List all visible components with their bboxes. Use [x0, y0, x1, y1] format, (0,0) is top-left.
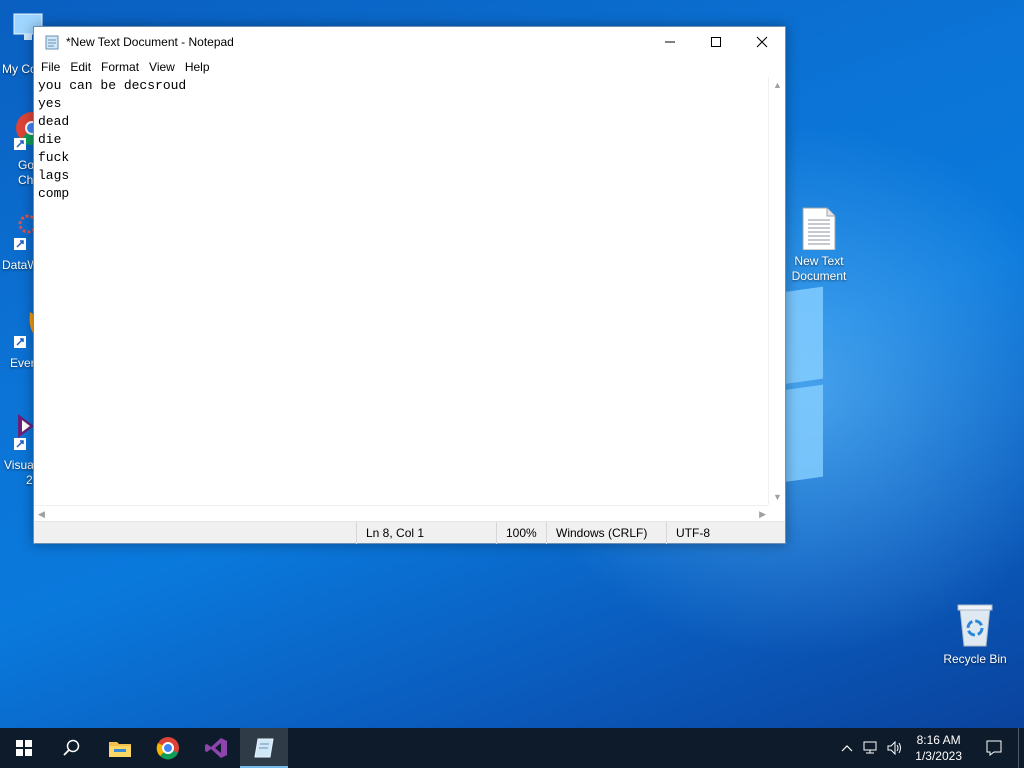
vertical-scrollbar[interactable]: ▲ ▼	[768, 77, 785, 505]
network-icon	[863, 741, 877, 754]
status-encoding: UTF-8	[666, 522, 785, 544]
chevron-up-icon	[841, 745, 853, 752]
minimize-icon	[665, 41, 675, 43]
search-icon	[63, 739, 80, 756]
scrollbar-corner	[768, 505, 785, 522]
text-line: fuck	[38, 150, 70, 165]
start-button[interactable]	[0, 728, 48, 768]
desktop-icon-label: New Text Document	[791, 254, 847, 283]
scroll-up-icon[interactable]: ▲	[773, 80, 782, 90]
close-icon	[756, 36, 768, 48]
scroll-right-icon[interactable]: ▶	[759, 509, 766, 520]
notification-icon	[986, 740, 1002, 756]
show-hidden-icons-button[interactable]	[835, 728, 859, 768]
clock-time: 8:16 AM	[916, 733, 961, 747]
recycle-bin-icon	[957, 604, 993, 647]
status-line-ending: Windows (CRLF)	[546, 522, 666, 544]
desktop-icon-recycle-bin[interactable]: Recycle Bin	[938, 602, 1012, 667]
text-editor[interactable]: you can be decsroud yes dead die fuck la…	[34, 77, 770, 505]
clock-date: 1/3/2023	[915, 749, 962, 763]
text-line: dead	[38, 114, 70, 129]
close-button[interactable]	[739, 27, 785, 57]
taskbar-visual-studio[interactable]	[192, 728, 240, 768]
taskbar: 8:16 AM 1/3/2023	[0, 728, 1024, 768]
network-button[interactable]	[859, 728, 883, 768]
text-line: lags	[38, 168, 70, 183]
menu-format[interactable]: Format	[96, 60, 144, 74]
maximize-button[interactable]	[693, 27, 739, 57]
clock[interactable]: 8:16 AM 1/3/2023	[907, 732, 970, 764]
text-line: die	[38, 132, 62, 147]
notepad-icon	[45, 35, 59, 50]
status-position: Ln 8, Col 1	[356, 522, 496, 544]
notepad-icon	[254, 738, 274, 758]
menu-edit[interactable]: Edit	[65, 60, 96, 74]
search-button[interactable]	[48, 728, 96, 768]
taskbar-file-explorer[interactable]	[96, 728, 144, 768]
window-title: *New Text Document - Notepad	[66, 35, 234, 49]
maximize-icon	[711, 37, 721, 47]
menu-file[interactable]: File	[36, 60, 65, 74]
scroll-down-icon[interactable]: ▼	[773, 492, 782, 502]
menu-view[interactable]: View	[144, 60, 180, 74]
volume-button[interactable]	[883, 728, 907, 768]
status-bar: Ln 8, Col 1 100% Windows (CRLF) UTF-8	[34, 521, 785, 544]
scroll-left-icon[interactable]: ◀	[38, 509, 45, 520]
volume-icon	[887, 741, 902, 755]
file-explorer-icon	[109, 742, 131, 757]
menu-help[interactable]: Help	[180, 60, 215, 74]
status-spacer	[34, 522, 356, 543]
desktop-icon-label: Recycle Bin	[943, 652, 1007, 666]
minimize-button[interactable]	[647, 27, 693, 57]
windows-start-icon	[16, 740, 32, 756]
visual-studio-icon	[205, 738, 227, 758]
text-line: you can be decsroud	[38, 78, 187, 93]
text-document-icon	[802, 207, 836, 250]
text-line: yes	[38, 96, 62, 111]
chrome-icon	[156, 737, 179, 760]
action-center-button[interactable]	[970, 728, 1018, 768]
status-zoom: 100%	[496, 522, 546, 544]
taskbar-notepad[interactable]	[240, 728, 288, 768]
title-bar[interactable]: *New Text Document - Notepad	[34, 27, 785, 57]
notepad-window[interactable]: *New Text Document - Notepad File Edit F…	[33, 26, 786, 544]
system-tray: 8:16 AM 1/3/2023	[835, 728, 1024, 768]
taskbar-chrome[interactable]	[144, 728, 192, 768]
desktop-icon-new-text-document[interactable]: New Text Document	[782, 206, 856, 284]
menu-bar: File Edit Format View Help	[34, 57, 785, 77]
text-line: comp	[38, 186, 70, 201]
show-desktop-button[interactable]	[1018, 728, 1024, 768]
horizontal-scrollbar[interactable]: ◀ ▶	[34, 505, 770, 522]
